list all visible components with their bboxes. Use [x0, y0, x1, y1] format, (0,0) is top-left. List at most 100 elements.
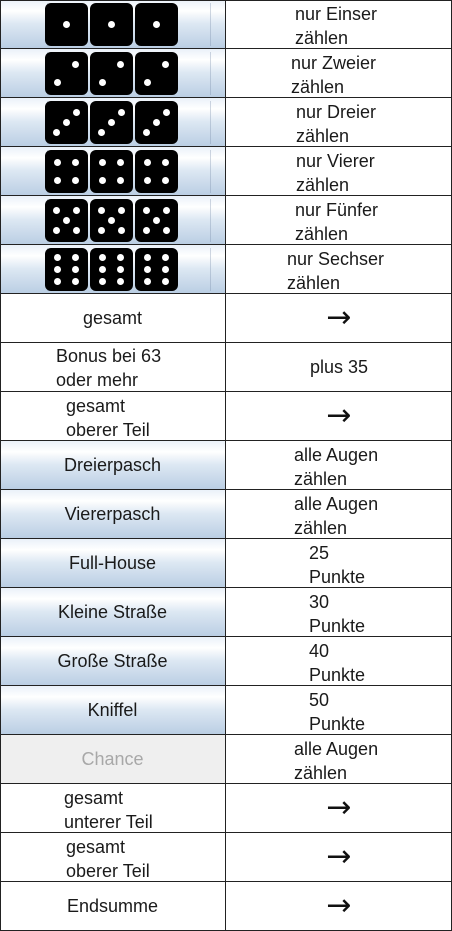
- die-pip: [142, 227, 150, 235]
- score-cell-4[interactable]: nur Vierer zählen: [226, 147, 452, 196]
- upper-row-1: nur Einser zählen: [0, 0, 452, 49]
- category-button-große-straße[interactable]: Große Straße: [0, 637, 226, 686]
- category-button-kniffel[interactable]: Kniffel: [0, 686, 226, 735]
- upper-total-repeat-label-cell: gesamt oberer Teil: [0, 833, 226, 882]
- dice-category-button-2[interactable]: [0, 49, 226, 98]
- bonus-value: plus 35: [309, 357, 369, 377]
- die-pip: [142, 129, 150, 137]
- row-divider: [0, 440, 452, 441]
- die-pip: [73, 108, 81, 116]
- upper-hint-1-line2: zählen: [295, 28, 349, 48]
- die-pip: [117, 158, 125, 166]
- dice-category-button-1[interactable]: [0, 0, 226, 49]
- score-cell-2[interactable]: nur Zweier zählen: [226, 49, 452, 98]
- score-cell-6[interactable]: nur Sechser zählen: [226, 245, 452, 294]
- score-cell-1[interactable]: nur Einser zählen: [226, 0, 452, 49]
- upper-total-repeat-score-cell[interactable]: →: [226, 833, 452, 882]
- die-pip: [153, 21, 160, 28]
- score-cell-dreierpasch[interactable]: alle Augen zählen: [226, 441, 452, 490]
- score-cell-5[interactable]: nur Fünfer zählen: [226, 196, 452, 245]
- arrow-right-icon: →: [326, 888, 352, 923]
- die-face-icon: [90, 248, 133, 291]
- dice-category-button-4[interactable]: [0, 147, 226, 196]
- die-pip: [117, 177, 125, 185]
- upper-total-score-cell[interactable]: →: [226, 294, 452, 343]
- dice-six-icon: [45, 248, 180, 291]
- bonus-label-line1: Bonus bei 63: [56, 346, 162, 366]
- die-pip: [71, 253, 79, 261]
- row-divider: [0, 195, 452, 196]
- grand-total-label-cell: Endsumme: [0, 882, 226, 931]
- upper-hint-3-line2: zählen: [296, 126, 350, 146]
- die-pip: [98, 79, 106, 87]
- seam-divider: [210, 199, 211, 242]
- lower-row-5: Große Straße 40 Punkte: [0, 637, 452, 686]
- upper-hint-4-line2: zählen: [296, 175, 350, 195]
- die-face-icon: [45, 52, 88, 95]
- score-cell-viererpasch[interactable]: alle Augen zählen: [226, 490, 452, 539]
- die-pip: [98, 177, 106, 185]
- die-pip: [117, 60, 125, 68]
- die-pip: [99, 278, 107, 286]
- grand-total-row: Endsumme →: [0, 882, 452, 931]
- die-pip: [63, 217, 70, 224]
- die-pip: [116, 253, 124, 261]
- grand-total-label: Endsumme: [66, 896, 159, 916]
- score-cell-chance[interactable]: alle Augen zählen: [226, 735, 452, 784]
- upper-total-label-cell: gesamt: [0, 294, 226, 343]
- dice-category-button-5[interactable]: [0, 196, 226, 245]
- arrow-right-icon: →: [326, 398, 352, 433]
- dice-category-button-6[interactable]: [0, 245, 226, 294]
- row-divider: [0, 391, 452, 392]
- die-pip: [72, 60, 80, 68]
- die-face-icon: [135, 52, 178, 95]
- upper-total-repeat-label-line2: oberer Teil: [66, 861, 150, 881]
- upper-section-total-score-cell[interactable]: →: [226, 392, 452, 441]
- die-pip: [116, 266, 124, 273]
- lower-hint-6-line2: Punkte: [309, 714, 366, 734]
- score-cell-full-house[interactable]: 25 Punkte: [226, 539, 452, 588]
- die-pip: [118, 108, 126, 116]
- die-face-icon: [90, 150, 133, 193]
- die-pip: [143, 177, 151, 185]
- die-pip: [99, 266, 107, 273]
- row-divider: [0, 783, 452, 784]
- die-pip: [118, 227, 126, 235]
- bonus-score-cell[interactable]: plus 35: [226, 343, 452, 392]
- category-button-dreierpasch[interactable]: Dreierpasch: [0, 441, 226, 490]
- die-pip: [161, 253, 169, 261]
- upper-hint-3-line1: nur Dreier: [296, 102, 377, 122]
- upper-hint-4-line1: nur Vierer: [296, 151, 375, 171]
- die-pip: [72, 177, 80, 185]
- score-cell-große-straße[interactable]: 40 Punkte: [226, 637, 452, 686]
- die-pip: [162, 60, 170, 68]
- score-cell-kleine-straße[interactable]: 30 Punkte: [226, 588, 452, 637]
- lower-row-6: Kniffel 50 Punkte: [0, 686, 452, 735]
- lower-total-label-cell: gesamt unterer Teil: [0, 784, 226, 833]
- die-face-icon: [135, 3, 178, 46]
- seam-divider: [210, 248, 211, 291]
- dice-one-icon: [45, 3, 180, 46]
- grand-total-score-cell[interactable]: →: [226, 882, 452, 931]
- die-pip: [71, 278, 79, 286]
- bonus-label-line2: oder mehr: [56, 370, 139, 390]
- lower-total-label-line1: gesamt: [64, 788, 124, 808]
- lower-hint-4-line1: 30: [309, 592, 330, 612]
- dice-category-button-3[interactable]: [0, 98, 226, 147]
- lower-total-score-cell[interactable]: →: [226, 784, 452, 833]
- die-pip: [73, 227, 81, 235]
- die-pip: [163, 108, 171, 116]
- category-label: Viererpasch: [64, 504, 161, 524]
- upper-hint-6-line1: nur Sechser: [287, 249, 385, 269]
- category-button-full-house[interactable]: Full-House: [0, 539, 226, 588]
- die-face-icon: [45, 150, 88, 193]
- upper-hint-6-line2: zählen: [287, 273, 341, 293]
- category-button-kleine-straße[interactable]: Kleine Straße: [0, 588, 226, 637]
- score-cell-3[interactable]: nur Dreier zählen: [226, 98, 452, 147]
- upper-row-3: nur Dreier zählen: [0, 98, 452, 147]
- category-button-viererpasch[interactable]: Viererpasch: [0, 490, 226, 539]
- die-pip: [54, 278, 62, 286]
- score-cell-kniffel[interactable]: 50 Punkte: [226, 686, 452, 735]
- upper-row-2: nur Zweier zählen: [0, 49, 452, 98]
- die-pip: [144, 278, 152, 286]
